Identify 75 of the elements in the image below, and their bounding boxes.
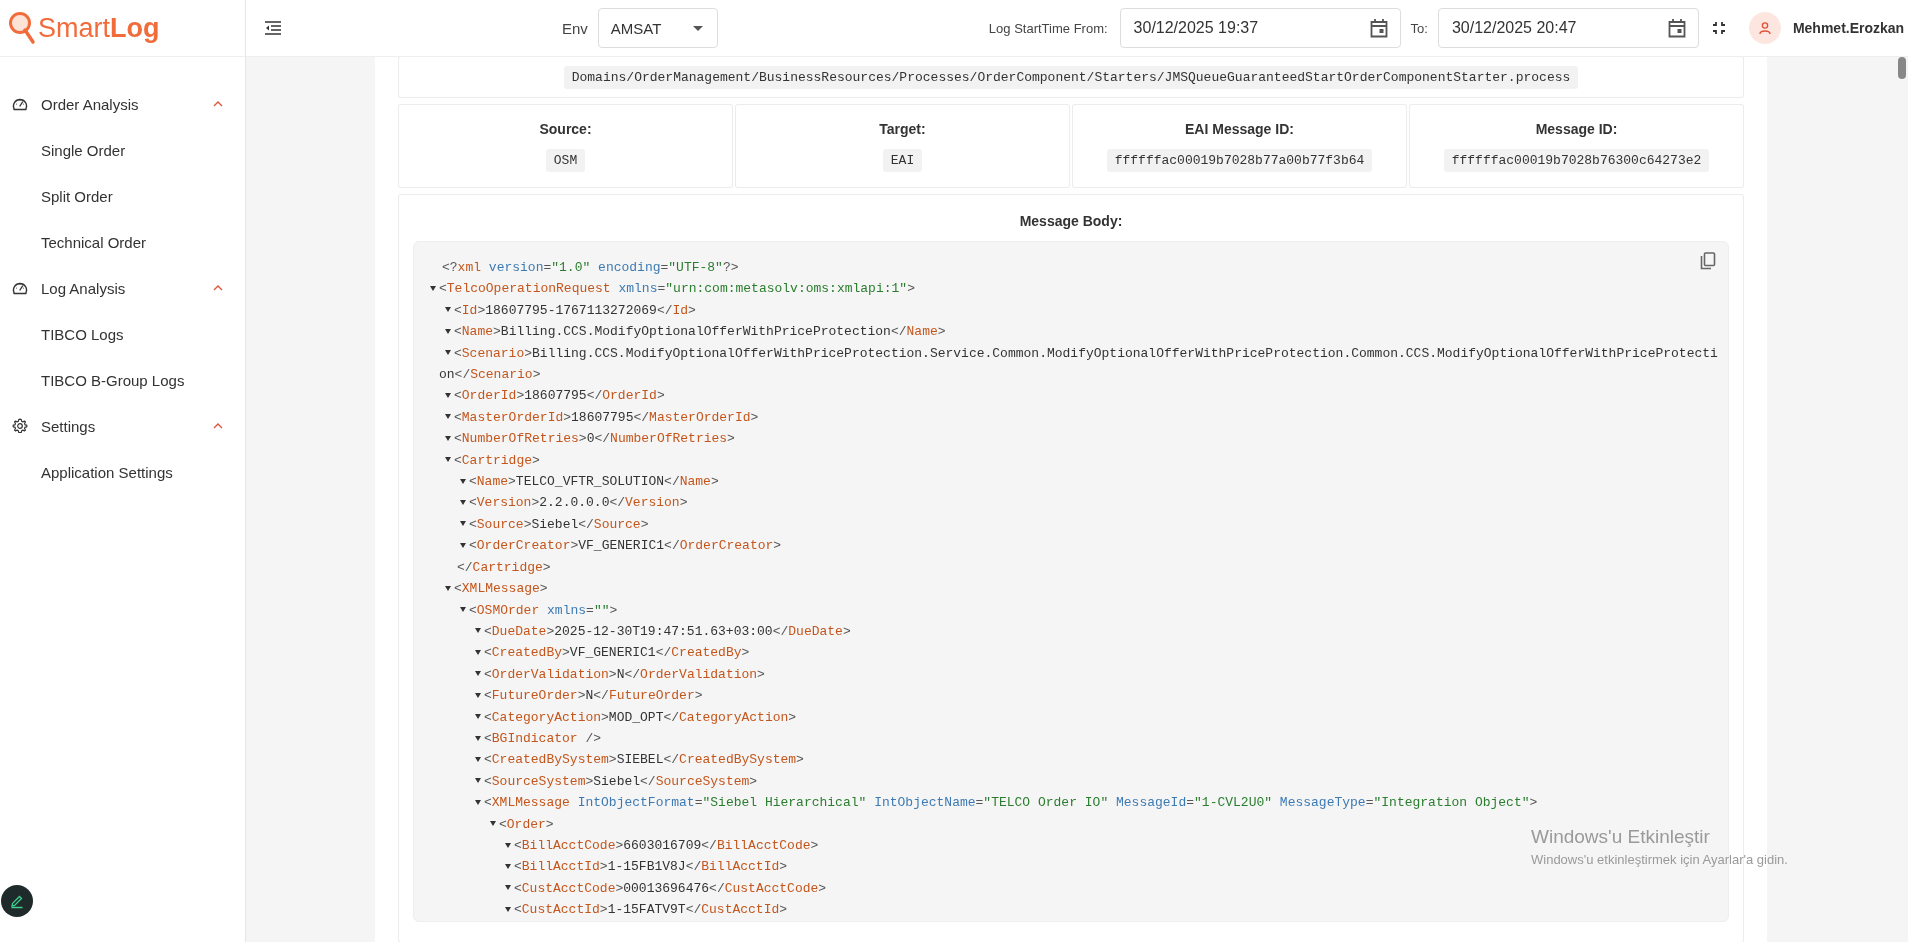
chevron-icon — [213, 423, 223, 429]
app-logo: SmartLog — [38, 12, 160, 44]
end-date-field[interactable]: 30/12/2025 20:47 — [1437, 8, 1699, 48]
user-avatar-icon[interactable] — [1748, 12, 1781, 44]
info-label: Target: — [879, 120, 926, 137]
xml-line: <Source>Siebel</Source> — [439, 513, 649, 536]
env-label: Env — [562, 19, 588, 37]
env-select[interactable]: AMSAT — [597, 8, 718, 48]
xml-line: <MasterOrderId>18607795</MasterOrderId> — [439, 406, 759, 429]
fullscreen-icon[interactable] — [1711, 21, 1726, 35]
xml-line: <Id>18607795-1767113272069</Id> — [439, 299, 696, 322]
activation-notice-text: Windows'u etkinleştirmek için Ayarlar'a gidin. — [1531, 852, 1788, 867]
settings-icon — [12, 418, 28, 434]
sidebar-group[interactable]: Settings — [0, 403, 245, 449]
sidebar-item[interactable]: TIBCO B-Group Logs — [0, 357, 245, 403]
dropdown-caret-icon — [692, 25, 703, 31]
xml-line: </Cartridge> — [456, 558, 551, 577]
scrollbar-thumb[interactable] — [1898, 57, 1906, 79]
gauge-icon — [12, 280, 28, 296]
xml-line: <CreatedBySystem>SIEBEL</CreatedBySystem> — [439, 749, 804, 771]
sidebar-item[interactable]: Single Order — [0, 127, 245, 173]
xml-line: <OrderCreator>VF_GENERIC1</OrderCreator> — [439, 535, 782, 557]
calendar-icon[interactable] — [1369, 18, 1388, 38]
message-body-label: Message Body: — [1019, 213, 1123, 229]
info-value: EAI — [882, 148, 923, 172]
xml-line: <DueDate>2025-12-30T19:47:51.63+03:00</DueDate> — [439, 620, 851, 643]
xml-line: <OrderId>18607795</OrderId> — [439, 385, 665, 407]
xml-line: <XMLMessage IntObjectFormat="Siebel Hierarchical" IntObjectName="TELCO Order IO" MessageId="1-CVL2U0" MessageType="Integration Object"> — [439, 792, 1538, 814]
sidebar-item[interactable]: Split Order — [0, 173, 245, 219]
xml-line: <Version>2.2.0.0.0</Version> — [439, 492, 688, 514]
xml-line: <OSMOrder xmlns=""> — [439, 599, 618, 621]
xml-line: <Order> — [439, 813, 554, 835]
chevron-icon — [213, 285, 223, 291]
info-value: ffffffac00019b7028b77a00b77f3b64 — [1106, 148, 1373, 172]
xml-line: <FutureOrder>N</FutureOrder> — [439, 685, 703, 707]
start-date-field[interactable]: 30/12/2025 19:37 — [1119, 8, 1401, 48]
xml-line: <Scenario>Billing.CCS.ModifyOptionalOfferWithPriceProtection.Service.Common.ModifyOptionalOfferWithPriceProtection.Common.CCS.ModifyOptionalOfferWithPriceProtection</Scenario> — [439, 344, 1719, 385]
sidebar-item[interactable]: TIBCO Logs — [0, 311, 245, 357]
xml-line: <SourceSystem>Siebel</SourceSystem> — [439, 770, 758, 793]
xml-line: <OrderValidation>N</OrderValidation> — [439, 663, 765, 686]
info-value: ffffffac00019b7028b76300c64273e2 — [1443, 148, 1710, 172]
end-time-label: To: — [1410, 20, 1428, 36]
info-label: Source: — [539, 120, 592, 137]
xml-line: <CreatedBy>VF_GENERIC1</CreatedBy> — [439, 642, 750, 664]
xml-line: <CustAcctCode>00013696476</CustAcctCode> — [439, 877, 827, 900]
xml-line: <Name>TELCO_VFTR_SOLUTION</Name> — [439, 471, 719, 493]
xml-line: <Name>Billing.CCS.ModifyOptionalOfferWithPriceProtection</Name> — [439, 321, 946, 343]
xml-line: <XMLMessage> — [439, 578, 548, 600]
xml-line: <BGIndicator /> — [439, 727, 602, 750]
menu-collapse-icon[interactable] — [264, 21, 282, 35]
xml-line: <BillAcctId>1-15FB1V8J</BillAcctId> — [439, 856, 788, 878]
xml-line: <BillAcctCode>6603016709</BillAcctCode> — [439, 834, 819, 857]
info-label: EAI Message ID: — [1185, 120, 1294, 137]
pencil-icon — [9, 893, 25, 909]
sidebar-group[interactable]: Order Analysis — [0, 81, 245, 127]
xml-line: <CustAcctId>1-15FATV9T</CustAcctId> — [439, 899, 788, 921]
copy-icon[interactable] — [1700, 252, 1716, 270]
chevron-icon — [213, 101, 223, 107]
info-label: Message ID: — [1535, 120, 1618, 137]
info-value: OSM — [545, 148, 586, 172]
xml-line: <Cartridge> — [439, 449, 540, 472]
process-path: Domains/OrderManagement/BusinessResources/Processes/OrderComponent/Starters/JMSQueueGuaranteedStartOrderComponentStarter.process — [563, 65, 1579, 89]
sidebar-item[interactable]: Technical Order — [0, 219, 245, 265]
xml-line: <CategoryAction>MOD_OPT</CategoryAction> — [439, 706, 797, 728]
sidebar-item[interactable]: Application Settings — [0, 449, 245, 495]
activation-notice-title: Windows'u Etkinleştir — [1531, 826, 1711, 848]
calendar-icon[interactable] — [1667, 18, 1686, 38]
sidebar-group[interactable]: Log Analysis — [0, 265, 245, 311]
edit-button[interactable] — [1, 885, 33, 917]
xml-line: <NumberOfRetries>0</NumberOfRetries> — [439, 428, 735, 450]
user-name[interactable]: Mehmet.Erozkan — [1792, 20, 1905, 36]
magnifier-logo-icon — [8, 11, 36, 45]
start-time-label: Log StartTime From: — [988, 20, 1108, 36]
xml-line: <?xml version="1.0" encoding="UTF-8"?> — [441, 259, 739, 277]
gauge-icon — [12, 96, 28, 112]
